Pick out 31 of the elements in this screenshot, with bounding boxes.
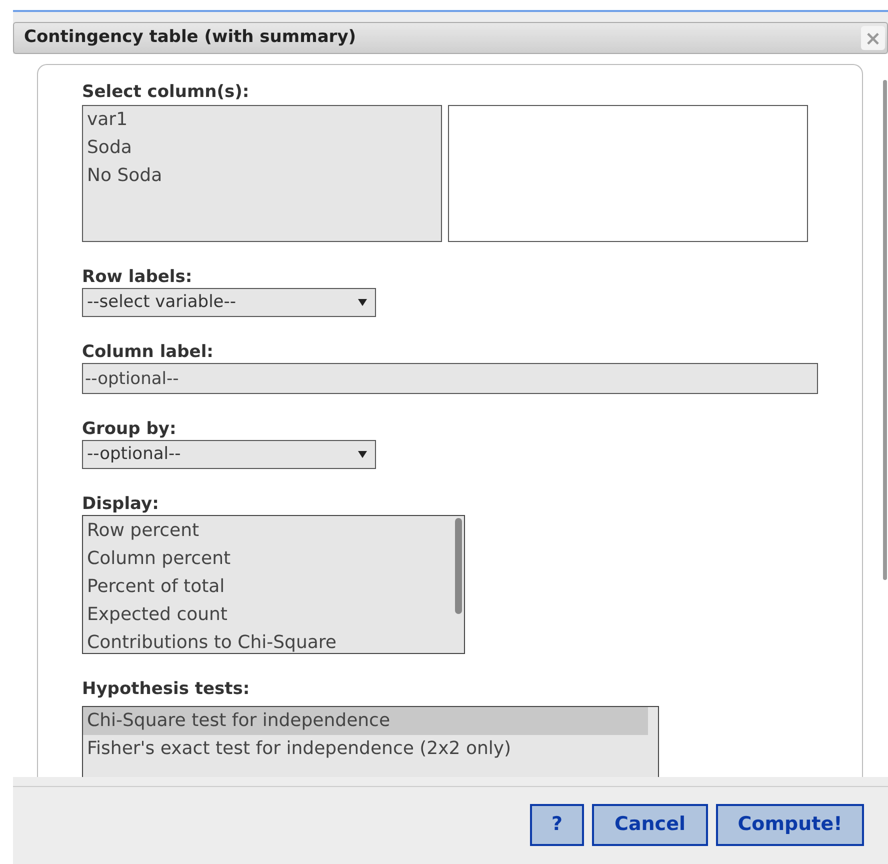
list-option[interactable]: Expected count (83, 601, 464, 629)
dialog-button[interactable]: Cancel (592, 804, 708, 846)
dropdown[interactable]: --select variable-- (82, 288, 376, 317)
dropdown-arrow-icon (358, 299, 367, 306)
scrollbar-thumb[interactable] (455, 518, 462, 614)
field-label: Select column(s): (82, 81, 250, 103)
list-option[interactable]: var1 (83, 106, 441, 134)
field-label: Display: (82, 493, 160, 515)
available-columns-list[interactable]: var1 Soda No Soda (82, 105, 442, 242)
scrollbar[interactable] (883, 80, 887, 580)
field-label: Column label: (82, 341, 214, 363)
field-label: Row labels: (82, 266, 194, 288)
list-option[interactable]: Column percent (83, 545, 464, 573)
dropdown-arrow-icon (358, 451, 367, 458)
list-option[interactable]: Chi-Square test for independence (83, 707, 648, 735)
list-option[interactable]: Contributions to Chi-Square (83, 629, 464, 657)
dialog-button[interactable]: Compute! (716, 804, 864, 846)
list-option[interactable]: Fisher's exact test for independence (2x2 only) (83, 735, 648, 763)
display-list[interactable]: Row percent Column percent Percent of total Expected count Contributions to Chi-Square (82, 515, 465, 654)
dialog-button[interactable]: ? (530, 804, 584, 846)
list-option[interactable]: Soda (83, 134, 441, 162)
field-label: Hypothesis tests: (82, 678, 251, 700)
field-label: Group by: (82, 418, 178, 440)
list-option[interactable]: Row percent (83, 517, 464, 545)
dropdown[interactable]: --optional-- (82, 440, 376, 469)
selected-columns-list[interactable] (448, 105, 808, 242)
column-label-field[interactable]: --optional-- (82, 363, 818, 394)
hypothesis-tests-list[interactable]: Chi-Square test for independence Fisher's exact test for independence (2x2 only) (82, 706, 659, 777)
list-option[interactable]: No Soda (83, 162, 441, 190)
dialog-title: Contingency table (with summary) (24, 26, 356, 50)
list-option[interactable]: Percent of total (83, 573, 464, 601)
